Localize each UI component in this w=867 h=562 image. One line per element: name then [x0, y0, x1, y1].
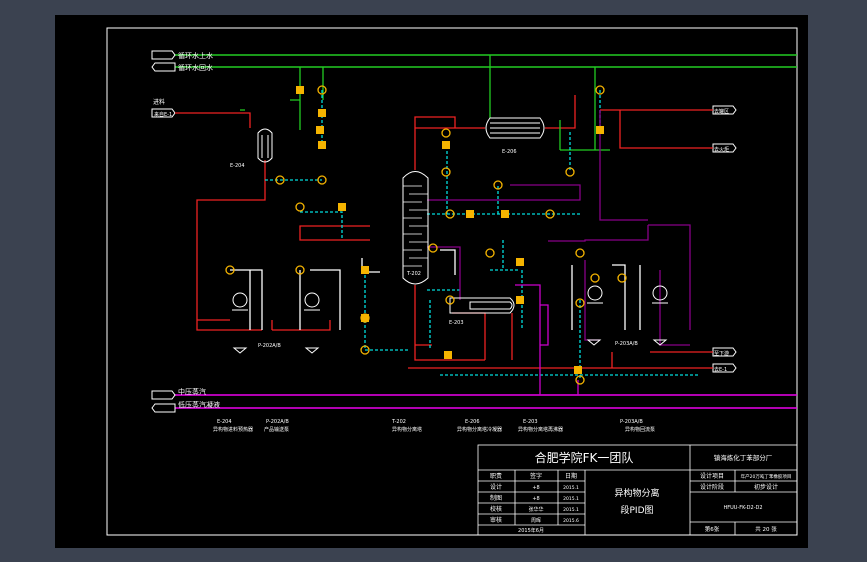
title-row-date: 2015.1: [563, 485, 579, 491]
title-row-sign: 周晖: [531, 518, 541, 524]
header-date: 日期: [565, 472, 577, 480]
reboiler-label: E-203: [449, 320, 464, 326]
svg-text:E-203: E-203: [523, 419, 538, 425]
equipment-item: E-204异构物进料预热器: [213, 419, 253, 433]
column-t202: [402, 171, 429, 285]
stage-label: 设计阶段: [700, 483, 724, 491]
project-value: 年产20万吨丁苯橡胶项目: [741, 473, 792, 480]
pid-diagram: 循环水上水 循环水回水 进料 来自E-1 中压蒸汽 低压蒸汽凝液 去罐区 去火炬…: [106, 27, 798, 536]
controller-block-icon: [516, 258, 524, 266]
controller-block-icon: [296, 86, 304, 94]
preheater-label: E-204: [230, 163, 245, 169]
title-row-sign: +8: [532, 485, 539, 491]
equipment-item: E-206异构物分离塔冷凝器: [457, 419, 502, 433]
title-row-date: 2015.1: [563, 496, 579, 502]
drawing-title-line2: 段PID图: [620, 504, 653, 516]
svg-text:异构物分离塔: 异构物分离塔: [392, 426, 422, 433]
svg-text:T-202: T-202: [391, 419, 406, 425]
equipment-item: E-203异构物分离塔再沸器: [518, 419, 563, 433]
svg-text:P-203A/B: P-203A/B: [620, 419, 643, 425]
title-row-date: 2015.1: [563, 507, 579, 513]
instrument-bubble-icon: [485, 248, 495, 258]
out-top-label: 去罐区: [714, 108, 729, 115]
condenser-label: E-206: [502, 149, 517, 155]
controller-block-icon: [574, 366, 582, 374]
controller-block-icon: [442, 141, 450, 149]
feed-tag: 来自E-1: [154, 111, 172, 118]
company-name: 镇海炼化丁苯部分厂: [714, 453, 773, 462]
out-bottom1-label: 至下游: [714, 350, 729, 357]
instrument-bubble-icon: [441, 167, 451, 177]
svg-text:异构物回流泵: 异构物回流泵: [625, 426, 655, 433]
drawing-title-line1: 异构物分离: [614, 487, 659, 499]
controller-block-icon: [501, 210, 509, 218]
lp-condensate-label: 低压蒸汽凝液: [178, 400, 220, 409]
title-row-role: 设计: [490, 483, 502, 491]
controller-block-icon: [516, 296, 524, 304]
out-mid-label: 去火炬: [714, 146, 729, 153]
svg-text:异构物分离塔再沸器: 异构物分离塔再沸器: [518, 426, 563, 433]
drawing-number: HFUU-FK-D2-D2: [723, 505, 762, 511]
instrument-bubble-icon: [590, 273, 600, 283]
school-name: 合肥学院FK一团队: [535, 450, 634, 465]
svg-text:异构物分离塔冷凝器: 异构物分离塔冷凝器: [457, 426, 502, 433]
instrument-bubble-icon: [295, 202, 305, 212]
mp-steam-label: 中压蒸汽: [178, 387, 206, 396]
pump1-label: P-202A/B: [258, 343, 281, 349]
feed-label: 进料: [153, 98, 165, 106]
drawing-border: [106, 27, 798, 536]
header-role: 职责: [490, 472, 502, 480]
date-footer: 2015年6月: [518, 527, 544, 534]
project-label: 设计项目: [700, 472, 724, 480]
utility-lines: [175, 54, 797, 409]
reboiler-e203: [449, 297, 515, 314]
controller-block-icon: [318, 109, 326, 117]
title-row-role: 审核: [490, 516, 502, 524]
pump2-label: P-203A/B: [615, 341, 638, 347]
title-row-date: 2015.6: [563, 518, 579, 524]
column-label: T-202: [406, 271, 421, 277]
controller-block-icon: [338, 203, 346, 211]
condenser-e206: [485, 117, 545, 139]
title-row-sign: 张华华: [528, 506, 543, 513]
sheet-total: 共 20 张: [755, 525, 777, 533]
cw-supply-label: 循环水上水: [178, 51, 213, 60]
drawing-sheet: 循环水上水 循环水回水 进料 来自E-1 中压蒸汽 低压蒸汽凝液 去罐区 去火炬…: [55, 15, 808, 548]
svg-text:E-206: E-206: [465, 419, 480, 425]
controller-block-icon: [466, 210, 474, 218]
controller-block-icon: [318, 141, 326, 149]
equipment-list: E-204异构物进料预热器 P-202A/B产品输送泵 T-202异构物分离塔 …: [213, 419, 655, 433]
svg-text:异构物进料预热器: 异构物进料预热器: [213, 426, 253, 433]
instrument-bubble-icon: [575, 248, 585, 258]
title-row-role: 制图: [490, 494, 502, 502]
title-row-sign: +8: [532, 496, 539, 502]
sheet-number: 第6张: [705, 525, 720, 533]
controller-block-icon: [361, 314, 369, 322]
equipment-item: T-202异构物分离塔: [391, 419, 422, 433]
instruments: [225, 85, 627, 385]
cw-return-label: 循环水回水: [178, 63, 213, 72]
controller-block-icon: [596, 126, 604, 134]
equipment-item: P-202A/B产品输送泵: [264, 419, 289, 433]
equipment-item: P-203A/B异构物回流泵: [620, 419, 655, 433]
out-bottom2-label: 去E-1: [714, 366, 727, 373]
controller-block-icon: [316, 126, 324, 134]
stage-value: 初步设计: [754, 483, 778, 491]
controller-block-icon: [444, 351, 452, 359]
svg-text:产品输送泵: 产品输送泵: [264, 426, 289, 433]
header-sign: 签字: [530, 472, 542, 480]
svg-text:P-202A/B: P-202A/B: [266, 419, 289, 425]
instrument-bubble-icon: [441, 128, 451, 138]
title-row-role: 校核: [490, 505, 502, 513]
instrument-bubble-icon: [428, 243, 438, 253]
preheater-e204: [257, 128, 273, 163]
svg-text:E-204: E-204: [217, 419, 232, 425]
controller-block-icon: [361, 266, 369, 274]
